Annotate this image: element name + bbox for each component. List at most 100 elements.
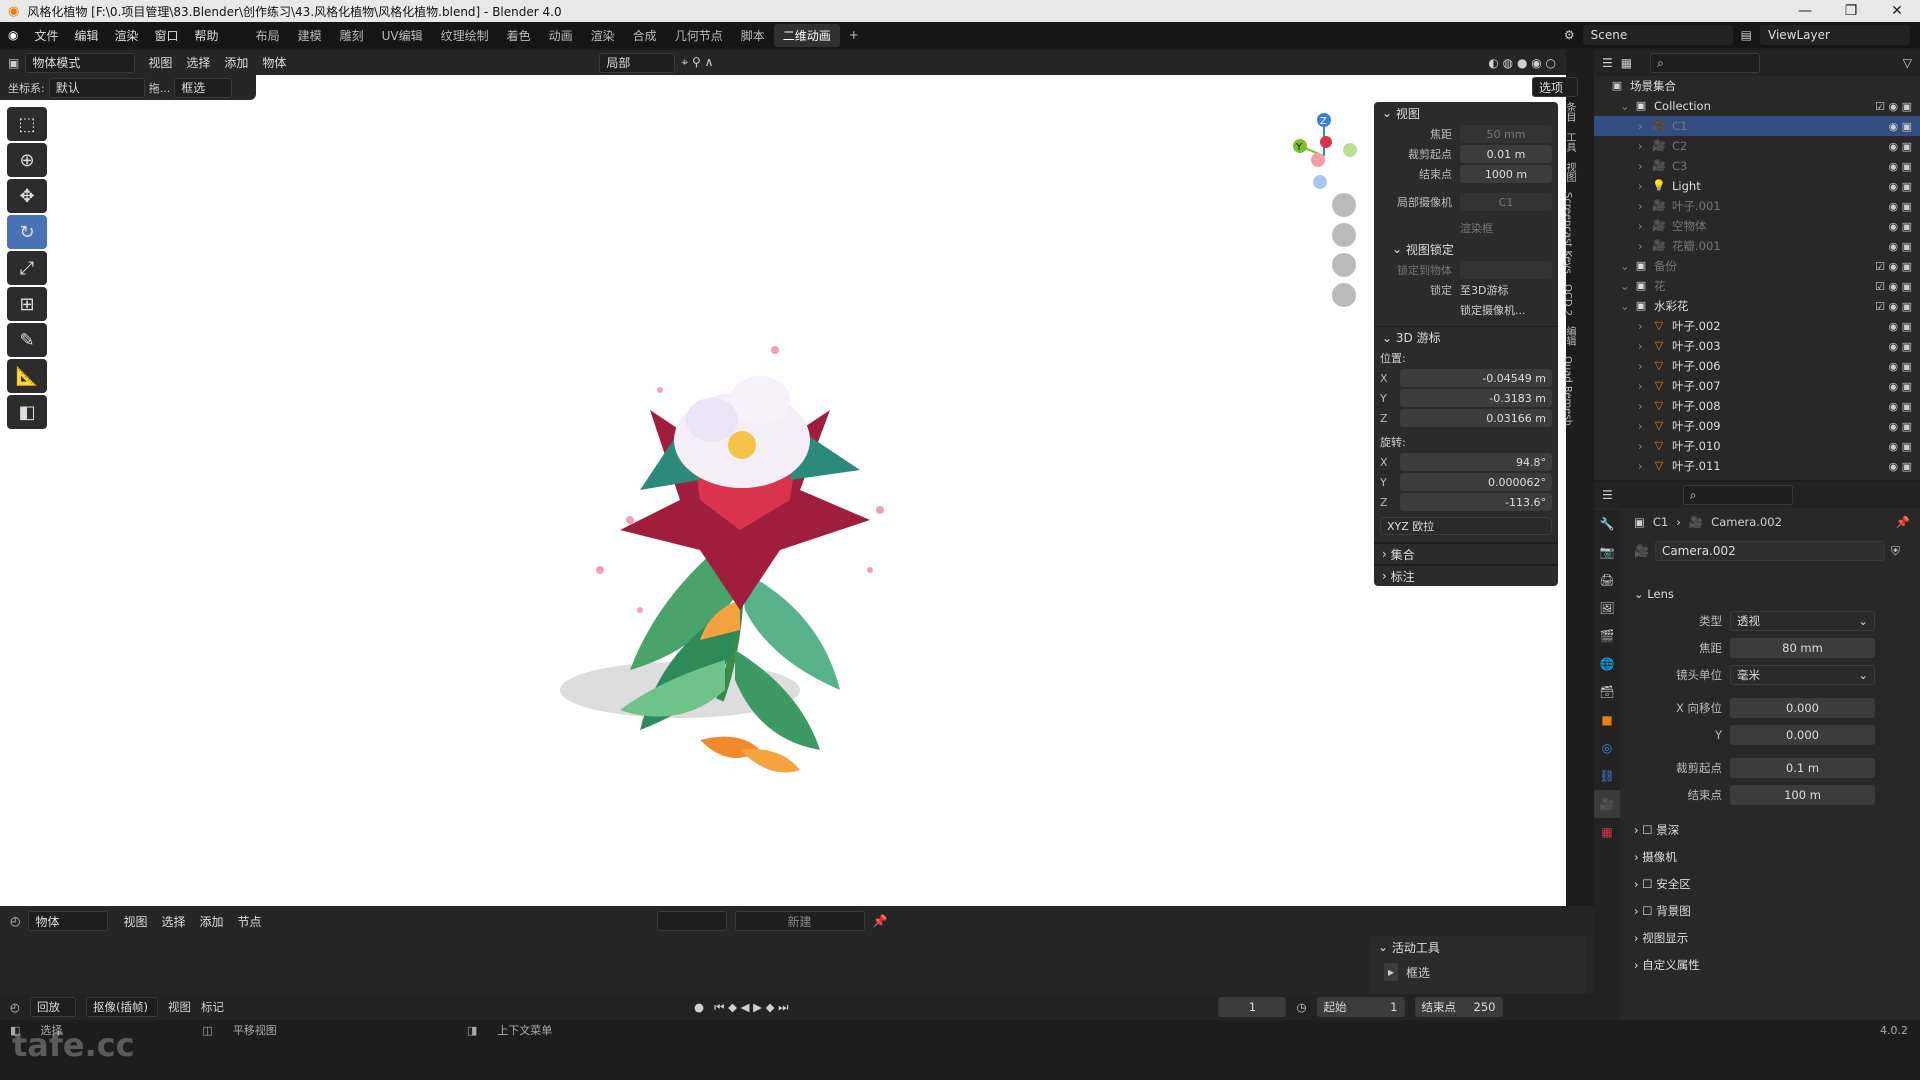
- outliner-row[interactable]: › 🎥 空物体 ◉ ▣: [1594, 216, 1920, 236]
- cursor-rot-z[interactable]: -113.6°: [1400, 493, 1552, 511]
- 3d-cursor-header[interactable]: ⌄ 3D 游标: [1374, 326, 1558, 348]
- lens-focal-field[interactable]: 80 mm: [1730, 637, 1875, 658]
- expand-arrow-icon[interactable]: ›: [1638, 179, 1652, 193]
- cursor-loc-y[interactable]: -0.3183 m: [1400, 389, 1552, 407]
- visibility-toggles[interactable]: ◉ ▣: [1889, 340, 1913, 353]
- expand-arrow-icon[interactable]: ›: [1638, 379, 1652, 393]
- menu-view[interactable]: 视图: [116, 913, 154, 930]
- tab-sculpting[interactable]: 雕刻: [331, 27, 373, 44]
- side-tab-view[interactable]: 视图: [1562, 162, 1577, 182]
- pin-icon[interactable]: 📌: [873, 914, 888, 928]
- tool-tab-icon[interactable]: 🔧: [1594, 510, 1620, 538]
- scale-tool[interactable]: ⤢: [7, 251, 47, 285]
- dof-section[interactable]: › ☐ 景深: [1630, 816, 1920, 843]
- expand-arrow-icon[interactable]: ›: [1638, 339, 1652, 353]
- visibility-toggles[interactable]: ◉ ▣: [1889, 420, 1913, 433]
- blender-menu-icon[interactable]: ◉: [0, 28, 26, 42]
- tab-animation[interactable]: 动画: [540, 27, 582, 44]
- viewlayer-selector[interactable]: ViewLayer: [1760, 25, 1910, 45]
- active-tool-header[interactable]: ⌄ 活动工具: [1370, 936, 1586, 958]
- scene-tab-icon[interactable]: 🎬: [1594, 622, 1620, 650]
- texture-tab-icon[interactable]: ▦: [1594, 818, 1620, 846]
- lens-header[interactable]: ⌄ Lens: [1630, 580, 1920, 607]
- tab-uv[interactable]: UV编辑: [373, 27, 432, 44]
- tab-shading[interactable]: 着色: [498, 27, 540, 44]
- outliner-row[interactable]: › ▽ 叶子.003 ◉ ▣: [1594, 336, 1920, 356]
- menu-render[interactable]: 渲染: [107, 27, 147, 44]
- visibility-toggles[interactable]: ◉ ▣: [1889, 220, 1913, 233]
- world-tab-icon[interactable]: 🌐: [1594, 650, 1620, 678]
- expand-arrow-icon[interactable]: ›: [1638, 359, 1652, 373]
- cursor-rot-y[interactable]: 0.000062°: [1400, 473, 1552, 491]
- record-icon[interactable]: ●: [694, 1000, 704, 1014]
- expand-arrow-icon[interactable]: ›: [1638, 119, 1652, 133]
- lock-3d-cursor-checkbox[interactable]: 至3D游标: [1460, 282, 1508, 298]
- outliner-row[interactable]: › 🎥 花瓣.001 ◉ ▣: [1594, 236, 1920, 256]
- expand-arrow-icon[interactable]: ›: [1638, 319, 1652, 333]
- outliner-row[interactable]: › 💡 Light ◉ ▣: [1594, 176, 1920, 196]
- safe-areas-section[interactable]: › ☐ 安全区: [1630, 870, 1920, 897]
- camera-section[interactable]: › 摄像机: [1630, 843, 1920, 870]
- expand-arrow-icon[interactable]: ⌄: [1620, 99, 1634, 113]
- navigation-gizmo[interactable]: Z Y: [1293, 113, 1357, 189]
- view-lock-header[interactable]: ⌄ 视图锁定: [1374, 238, 1558, 260]
- playback-controls[interactable]: ⏮ ◆ ◀ ▶ ◆ ⏭: [714, 1000, 788, 1015]
- filter-icon[interactable]: ▽: [1903, 56, 1920, 70]
- annotate-tool[interactable]: ✎: [7, 323, 47, 357]
- tab-rendering[interactable]: 渲染: [582, 27, 624, 44]
- shift-x-field[interactable]: 0.000: [1730, 697, 1875, 718]
- clip-end-field[interactable]: 1000 m: [1460, 165, 1552, 183]
- outliner-row[interactable]: › 🎥 C2 ◉ ▣: [1594, 136, 1920, 156]
- expand-arrow-icon[interactable]: ›: [1638, 399, 1652, 413]
- outliner-row[interactable]: › 🎥 C1 ◉ ▣: [1594, 116, 1920, 136]
- menu-select[interactable]: 选择: [179, 54, 217, 71]
- cam-clip-start-field[interactable]: 0.1 m: [1730, 757, 1875, 778]
- current-frame-field[interactable]: 1: [1218, 997, 1287, 1017]
- lock-object-field[interactable]: [1460, 261, 1552, 279]
- tab-compositing[interactable]: 合成: [624, 27, 666, 44]
- visibility-toggles[interactable]: ◉ ▣: [1889, 200, 1913, 213]
- outliner-row[interactable]: ⌄ ▣ 花 ☑ ◉ ▣: [1594, 276, 1920, 296]
- transform-tool[interactable]: ⊞: [7, 287, 47, 321]
- snap-icon[interactable]: ⌖ ⚲ ∧: [681, 55, 713, 70]
- visibility-toggles[interactable]: ◉ ▣: [1889, 440, 1913, 453]
- new-material-button[interactable]: 新建: [734, 911, 865, 931]
- visibility-toggles[interactable]: ☑ ◉ ▣: [1875, 300, 1912, 313]
- custom-properties-section[interactable]: › 自定义属性: [1630, 951, 1920, 978]
- 3d-viewport[interactable]: Z Y: [0, 50, 1566, 906]
- camera-data-tab-icon[interactable]: 🎥: [1594, 790, 1620, 818]
- properties-editor-icon[interactable]: ☰: [1602, 488, 1613, 502]
- tab-layout[interactable]: 布局: [247, 27, 289, 44]
- outliner-row[interactable]: ⌄ ▣ 备份 ☑ ◉ ▣: [1594, 256, 1920, 276]
- coord-dropdown[interactable]: 默认: [48, 77, 145, 98]
- side-tab-item[interactable]: 条目: [1562, 102, 1577, 122]
- menu-edit[interactable]: 编辑: [67, 27, 107, 44]
- expand-arrow-icon[interactable]: ⌄: [1620, 299, 1634, 313]
- select-box-icon[interactable]: ▸: [1384, 963, 1399, 981]
- outliner-search[interactable]: ⌕: [1650, 53, 1761, 73]
- markers-menu[interactable]: 标记: [201, 999, 224, 1015]
- data-block-field[interactable]: Camera.002: [1654, 541, 1885, 561]
- properties-search[interactable]: ⌕: [1682, 485, 1793, 505]
- shield-icon[interactable]: ⛨: [1891, 544, 1900, 559]
- close-icon[interactable]: ✕: [1874, 3, 1920, 19]
- expand-arrow-icon[interactable]: ›: [1638, 199, 1652, 213]
- expand-arrow-icon[interactable]: ›: [1638, 439, 1652, 453]
- outliner-row[interactable]: › ▽ 叶子.007 ◉ ▣: [1594, 376, 1920, 396]
- cursor-loc-z[interactable]: 0.03166 m: [1400, 409, 1552, 427]
- local-camera-field[interactable]: C1: [1460, 193, 1552, 211]
- side-tab-edit[interactable]: 编辑: [1562, 326, 1577, 346]
- visibility-toggles[interactable]: ☑ ◉ ▣: [1875, 280, 1912, 293]
- visibility-toggles[interactable]: ◉ ▣: [1889, 360, 1913, 373]
- outliner-row[interactable]: › ▽ 叶子.009 ◉ ▣: [1594, 416, 1920, 436]
- outliner-row[interactable]: › ▽ 叶子.006 ◉ ▣: [1594, 356, 1920, 376]
- cursor-rot-x[interactable]: 94.8°: [1400, 453, 1552, 471]
- editor-type-icon[interactable]: ◴: [10, 914, 20, 928]
- keying-dropdown[interactable]: 抠像(插帧): [86, 997, 159, 1017]
- editor-type-icon[interactable]: ▣: [8, 56, 19, 70]
- timeline-editor-icon[interactable]: ◴: [10, 1000, 20, 1014]
- expand-arrow-icon[interactable]: ›: [1638, 419, 1652, 433]
- display-mode-icon[interactable]: ▦: [1621, 56, 1632, 70]
- scene-collection-row[interactable]: ▣ 场景集合: [1594, 76, 1920, 96]
- viewport-display-section[interactable]: › 视图显示: [1630, 924, 1920, 951]
